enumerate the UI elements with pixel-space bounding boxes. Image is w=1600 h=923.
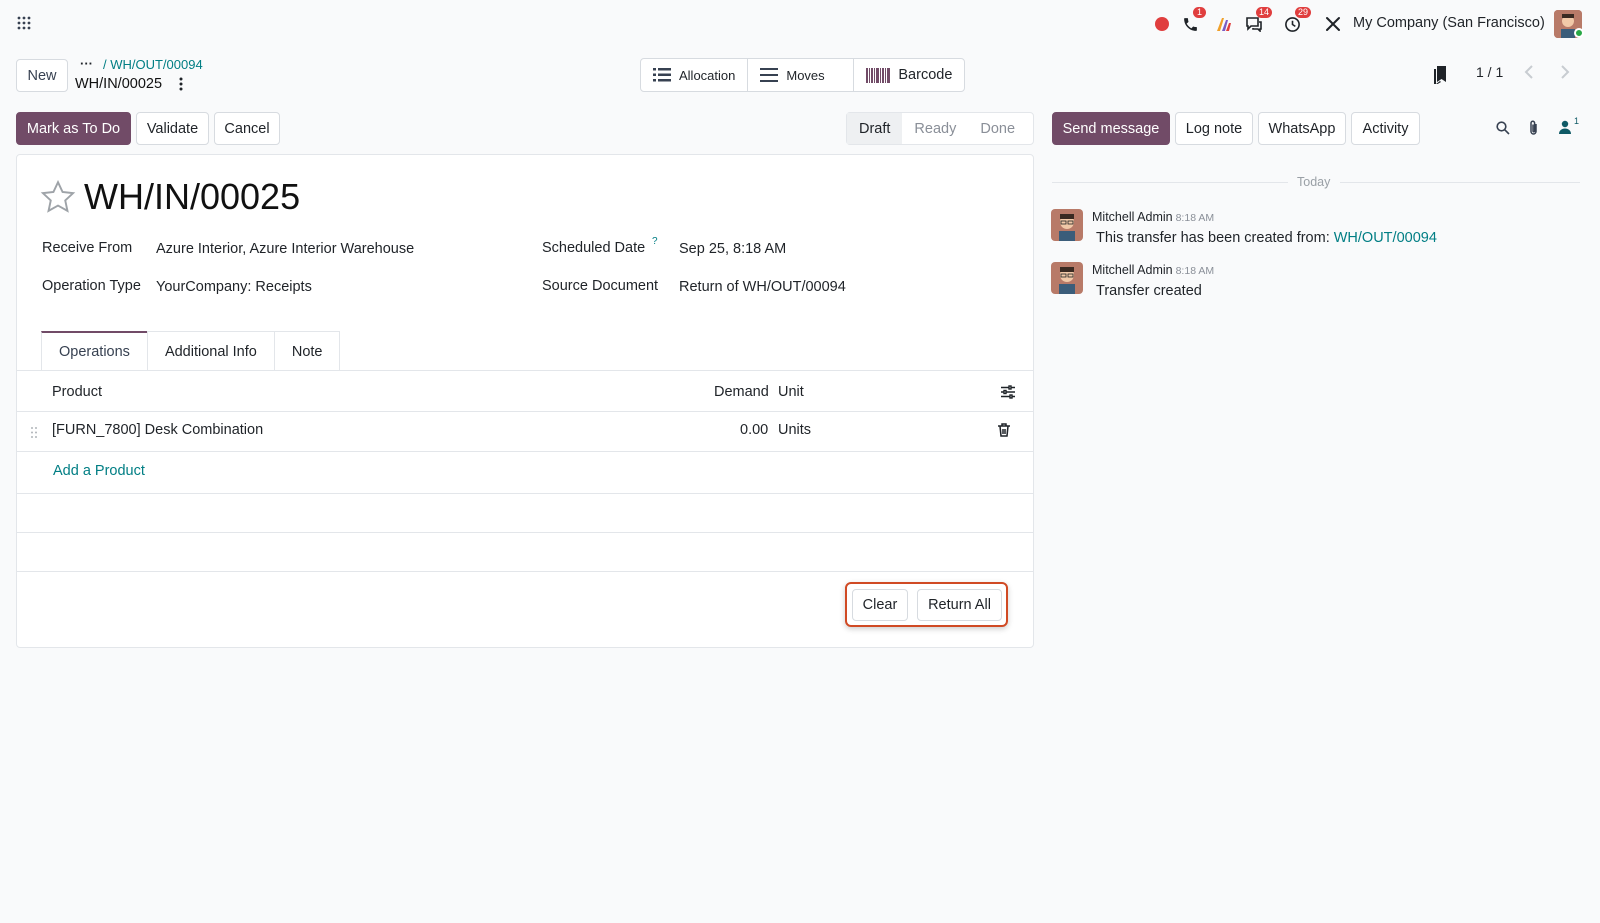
phone-badge: 1: [1193, 7, 1206, 18]
drag-handle-icon[interactable]: [30, 426, 38, 439]
clear-button[interactable]: Clear: [852, 589, 908, 621]
tab-operations[interactable]: Operations: [41, 331, 148, 371]
operation-type-label: Operation Type: [42, 278, 141, 294]
message-author[interactable]: Mitchell Admin 8:18 AM: [1092, 263, 1214, 277]
message-avatar[interactable]: [1051, 209, 1083, 241]
activity-badge: 29: [1295, 7, 1312, 18]
receive-from-field[interactable]: Azure Interior, Azure Interior Warehouse: [156, 241, 414, 257]
record-icon[interactable]: [1154, 12, 1170, 36]
app-menu-icon[interactable]: [17, 16, 31, 30]
message-author-name[interactable]: Mitchell Admin: [1092, 263, 1173, 277]
validate-button[interactable]: Validate: [136, 112, 209, 145]
delete-row-icon[interactable]: [998, 423, 1010, 437]
smart-buttons: Allocation Moves Barcode: [640, 58, 966, 92]
message-time: 8:18 AM: [1175, 265, 1215, 277]
message-body: Transfer created: [1096, 283, 1202, 299]
row-divider: [17, 493, 1033, 494]
status-ready[interactable]: Ready: [902, 113, 968, 144]
notebook-tabs: Operations Additional Info Note: [41, 331, 341, 371]
pager-next-icon[interactable]: [1560, 64, 1570, 80]
phone-icon[interactable]: 1: [1182, 7, 1206, 36]
whatsapp-button[interactable]: WhatsApp: [1258, 112, 1346, 145]
new-button[interactable]: New: [16, 59, 68, 92]
barcode-icon: [866, 67, 891, 83]
activity-clock-icon[interactable]: 29: [1284, 7, 1312, 36]
status-done[interactable]: Done: [968, 113, 1027, 144]
column-header-demand[interactable]: Demand: [714, 384, 769, 400]
ai-icon[interactable]: [1215, 12, 1233, 36]
message-source-link[interactable]: WH/OUT/00094: [1334, 230, 1437, 246]
cancel-button[interactable]: Cancel: [214, 112, 280, 145]
activity-button[interactable]: Activity: [1351, 112, 1420, 145]
followers-icon[interactable]: 1: [1558, 116, 1579, 134]
scheduled-date-help-icon[interactable]: ?: [652, 236, 658, 247]
status-draft[interactable]: Draft: [847, 113, 903, 144]
row-product[interactable]: [FURN_7800] Desk Combination: [52, 422, 263, 438]
company-switcher[interactable]: My Company (San Francisco): [1353, 15, 1545, 31]
source-document-label: Source Document: [542, 278, 659, 294]
add-product-link[interactable]: Add a Product: [53, 463, 145, 479]
favorite-star-icon[interactable]: [40, 180, 76, 214]
send-message-button[interactable]: Send message: [1052, 112, 1170, 145]
optional-columns-icon[interactable]: [1001, 385, 1015, 399]
bars-icon: [760, 68, 779, 82]
today-divider-right: [1340, 182, 1580, 183]
followers-count: 1: [1574, 116, 1580, 126]
row-divider: [17, 451, 1033, 452]
scheduled-date-label: Scheduled Date: [542, 240, 646, 256]
today-divider-left: [1052, 182, 1288, 183]
tab-additional-info[interactable]: Additional Info: [146, 331, 275, 371]
discuss-badge: 14: [1256, 7, 1273, 18]
message-body: This transfer has been created from: WH/…: [1096, 230, 1437, 246]
message-author-name[interactable]: Mitchell Admin: [1092, 210, 1173, 224]
online-status-icon: [1574, 28, 1584, 38]
attachment-paperclip-icon[interactable]: [1528, 120, 1539, 136]
message-author[interactable]: Mitchell Admin 8:18 AM: [1092, 210, 1214, 224]
breadcrumb-parent-link[interactable]: / WH/OUT/00094: [103, 57, 203, 72]
form-sheet: [16, 154, 1034, 648]
source-document-field[interactable]: Return of WH/OUT/00094: [679, 279, 846, 295]
row-divider: [17, 571, 1033, 572]
discuss-icon[interactable]: 14: [1245, 7, 1273, 36]
print-bookmark-icon[interactable]: [1434, 66, 1448, 84]
log-note-button[interactable]: Log note: [1175, 112, 1253, 145]
return-all-button[interactable]: Return All: [917, 589, 1002, 621]
barcode-button[interactable]: Barcode: [854, 59, 964, 91]
moves-label: Moves: [786, 67, 825, 83]
today-label: Today: [1297, 175, 1331, 189]
settings-tools-icon[interactable]: [1325, 12, 1341, 36]
allocation-label: Allocation: [679, 67, 736, 83]
tab-note[interactable]: Note: [273, 331, 341, 371]
row-demand[interactable]: 0.00: [740, 422, 768, 438]
operation-type-field[interactable]: YourCompany: Receipts: [156, 279, 312, 295]
moves-button[interactable]: Moves: [748, 59, 855, 91]
mark-as-todo-button[interactable]: Mark as To Do: [16, 112, 131, 145]
row-divider: [17, 532, 1033, 533]
list-icon: [653, 68, 671, 82]
search-messages-icon[interactable]: [1496, 121, 1510, 135]
message-time: 8:18 AM: [1175, 212, 1215, 224]
column-header-product[interactable]: Product: [52, 384, 102, 400]
message-avatar[interactable]: [1051, 262, 1083, 294]
tab-divider: [17, 370, 1033, 371]
pager-previous-icon[interactable]: [1524, 64, 1534, 80]
record-title: WH/IN/00025: [84, 176, 301, 217]
status-bar: Draft Ready Done: [846, 112, 1034, 145]
scheduled-date-field[interactable]: Sep 25, 8:18 AM: [679, 241, 786, 257]
pager-value[interactable]: 1 / 1: [1476, 64, 1503, 80]
breadcrumb-current: WH/IN/00025: [75, 76, 163, 92]
allocation-button[interactable]: Allocation: [641, 59, 749, 91]
table-header-divider: [17, 411, 1033, 412]
barcode-label: Barcode: [898, 67, 953, 83]
row-unit[interactable]: Units: [778, 422, 811, 438]
message-text: This transfer has been created from:: [1096, 230, 1334, 246]
record-actions-kebab-icon[interactable]: [176, 76, 186, 92]
breadcrumb-more-icon[interactable]: ···: [80, 56, 93, 71]
receive-from-label: Receive From: [42, 240, 133, 256]
column-header-unit[interactable]: Unit: [778, 384, 804, 400]
